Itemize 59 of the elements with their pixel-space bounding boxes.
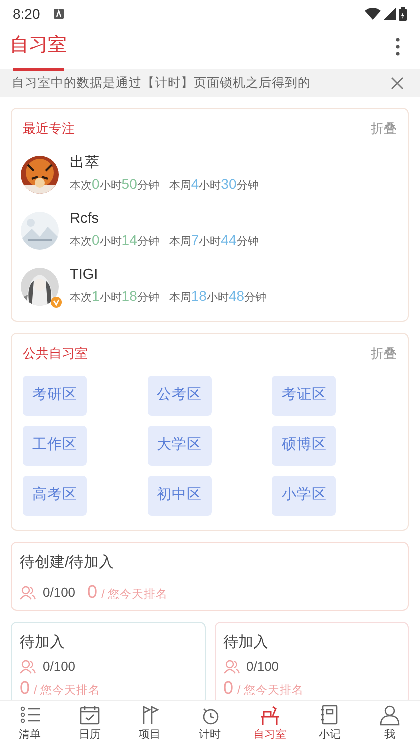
room-button[interactable]: 高考区 bbox=[23, 476, 87, 516]
study-room-card[interactable]: 待创建/待加入 0/100 0 / 您今天排名 bbox=[11, 542, 409, 612]
room-button[interactable]: 大学区 bbox=[148, 426, 212, 466]
section-title: 最近专注 bbox=[23, 120, 75, 138]
desk-icon bbox=[260, 705, 280, 726]
people-icon bbox=[20, 660, 36, 674]
notebook-icon bbox=[320, 705, 340, 726]
user-name: Rcfs bbox=[70, 210, 100, 229]
room-button[interactable]: 考证区 bbox=[272, 376, 336, 416]
battery-icon bbox=[399, 7, 407, 21]
nav-tab[interactable]: 日历 bbox=[60, 701, 120, 746]
focus-time: 本次0小时50分钟 bbox=[70, 175, 160, 194]
people-icon bbox=[224, 660, 240, 674]
room-button[interactable]: 公考区 bbox=[148, 376, 212, 416]
rank-label: / 您今天排名 bbox=[34, 684, 100, 699]
clock: 8:20 bbox=[13, 4, 40, 24]
focus-time: 本周7小时44分钟 bbox=[169, 231, 259, 250]
room-title: 待加入 bbox=[224, 633, 270, 654]
signal-icon bbox=[384, 8, 396, 20]
nav-tab[interactable]: 清单 bbox=[0, 701, 60, 746]
user-name: TIGI bbox=[70, 266, 100, 285]
list-icon bbox=[20, 705, 40, 726]
rank-number: 0 bbox=[20, 678, 30, 698]
person-icon bbox=[380, 705, 400, 726]
collapse-link[interactable]: 折叠 bbox=[371, 119, 397, 138]
wifi-icon bbox=[365, 8, 381, 20]
page-title[interactable]: 自习室 bbox=[10, 34, 67, 58]
rank-number: 0 bbox=[88, 582, 98, 602]
member-count: 0/100 bbox=[43, 584, 76, 602]
room-title: 待创建/待加入 bbox=[20, 553, 116, 573]
room-button[interactable]: 硕博区 bbox=[272, 426, 336, 466]
more-icon[interactable] bbox=[396, 38, 400, 56]
nav-tab[interactable]: 计时 bbox=[180, 701, 240, 746]
rank-label: / 您今天排名 bbox=[102, 588, 168, 603]
collapse-link[interactable]: 折叠 bbox=[371, 344, 397, 363]
member-count: 0/100 bbox=[246, 658, 280, 676]
nav-tab[interactable]: 自习室 bbox=[240, 701, 300, 746]
rank-label: / 您今天排名 bbox=[238, 684, 304, 699]
room-button[interactable]: 初中区 bbox=[148, 476, 212, 516]
nav-tab[interactable]: 我 bbox=[360, 701, 420, 746]
notification-icon bbox=[54, 9, 64, 19]
member-count: 0/100 bbox=[43, 658, 76, 676]
calendar-icon bbox=[80, 705, 100, 726]
room-button[interactable]: 工作区 bbox=[23, 426, 87, 466]
focus-time: 本周4小时30分钟 bbox=[169, 175, 259, 194]
section-title: 公共自习室 bbox=[23, 344, 88, 362]
close-icon[interactable] bbox=[391, 76, 404, 90]
nav-tab[interactable]: 项目 bbox=[120, 701, 180, 746]
nav-tab[interactable]: 小记 bbox=[300, 701, 360, 746]
focus-time: 本次0小时14分钟 bbox=[70, 231, 160, 250]
room-button[interactable]: 小学区 bbox=[272, 476, 336, 516]
people-icon bbox=[20, 586, 36, 600]
room-title: 待加入 bbox=[20, 633, 66, 654]
focus-time: 本次1小时18分钟 bbox=[70, 287, 160, 306]
user-name: 出萃 bbox=[70, 154, 101, 173]
room-button[interactable]: 考研区 bbox=[23, 376, 87, 416]
rank-number: 0 bbox=[224, 678, 234, 698]
focus-time: 本周18小时48分钟 bbox=[169, 287, 267, 306]
notice-text: 自习室中的数据是通过【计时】页面锁机之后得到的 bbox=[12, 74, 311, 92]
